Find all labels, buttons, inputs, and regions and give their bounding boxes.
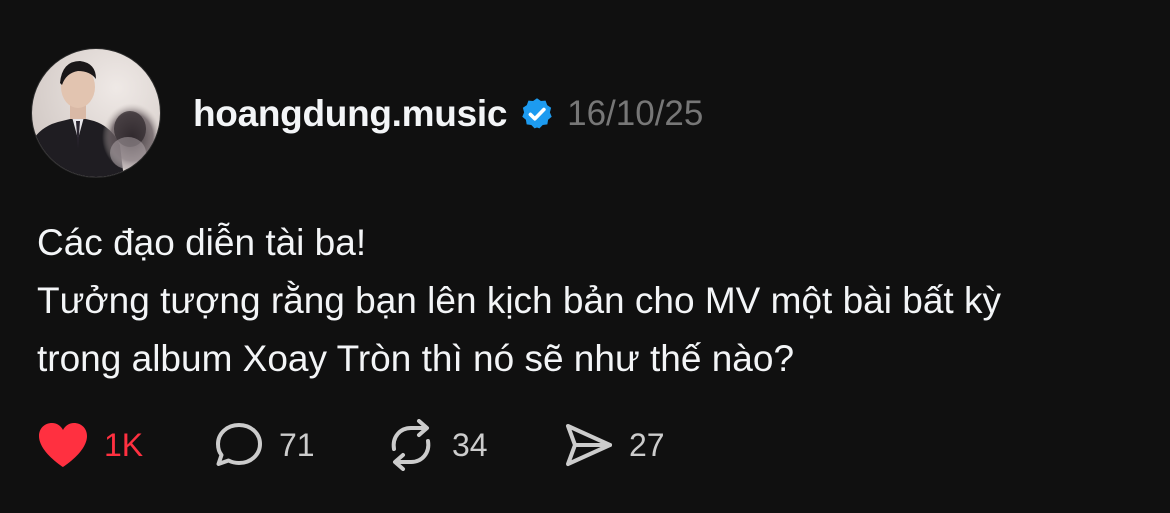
post-timestamp[interactable]: 16/10/25 xyxy=(567,94,703,134)
like-button[interactable]: 1K xyxy=(36,414,213,476)
repost-count: 34 xyxy=(452,426,488,463)
comment-button[interactable]: 71 xyxy=(213,414,384,476)
heart-icon xyxy=(39,423,87,467)
post-content-line: trong album Xoay Tròn thì nó sẽ như thế … xyxy=(37,338,795,379)
repost-button[interactable]: 34 xyxy=(384,414,563,476)
verified-badge-icon xyxy=(519,96,555,132)
username[interactable]: hoangdung.music xyxy=(193,93,507,135)
post-content: Các đạo diễn tài ba! Tưởng tượng rằng bạ… xyxy=(37,214,1137,388)
post-actions: 1K 71 34 27 xyxy=(36,414,665,476)
like-count: 1K xyxy=(104,426,144,463)
post-content-line: Các đạo diễn tài ba! xyxy=(37,222,367,263)
avatar-image xyxy=(32,49,160,177)
post-content-line: Tưởng tượng rằng bạn lên kịch bản cho MV… xyxy=(37,280,1001,321)
post-header: hoangdung.music 16/10/25 xyxy=(193,88,703,140)
thread-post: hoangdung.music 16/10/25 Các đạo diễn tà… xyxy=(0,0,1170,513)
comment-count: 71 xyxy=(279,426,315,463)
share-button[interactable]: 27 xyxy=(563,414,665,476)
repost-icon xyxy=(391,419,431,471)
avatar[interactable] xyxy=(31,48,161,178)
comment-bubble-icon xyxy=(216,423,262,466)
share-count: 27 xyxy=(629,426,665,463)
send-icon xyxy=(566,424,612,466)
